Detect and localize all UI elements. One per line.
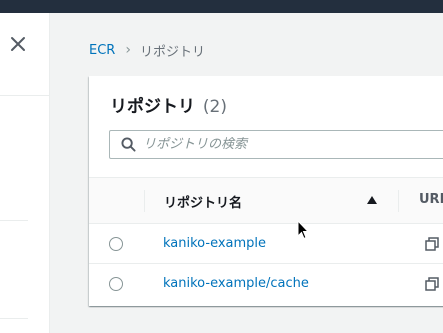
row-select-radio[interactable]	[109, 277, 123, 291]
close-navigation-button[interactable]	[9, 36, 27, 54]
table-header: リポジトリ名 URI	[89, 177, 443, 224]
breadcrumb-current: リポジトリ	[139, 44, 205, 60]
close-icon	[11, 37, 25, 51]
column-divider	[398, 190, 399, 212]
copy-icon[interactable]	[425, 237, 439, 251]
side-divider	[0, 220, 28, 221]
top-navigation-bar	[0, 0, 443, 13]
side-navigation-panel	[0, 13, 50, 333]
side-divider	[0, 95, 50, 96]
table-row[interactable]: kaniko-example/cache	[89, 264, 443, 304]
column-header-uri[interactable]: URI	[419, 192, 443, 207]
column-header-repository-name[interactable]: リポジトリ名	[164, 192, 242, 211]
page-title: リポジトリ (2)	[110, 92, 227, 117]
repository-name-link[interactable]: kaniko-example	[163, 236, 266, 251]
search-box[interactable]	[109, 130, 443, 159]
sort-ascending-icon[interactable]	[367, 196, 377, 204]
search-input[interactable]	[141, 137, 431, 152]
repository-name-link[interactable]: kaniko-example/cache	[163, 276, 309, 291]
breadcrumb-ecr-link[interactable]: ECR	[89, 43, 115, 58]
repository-count: (2)	[202, 97, 228, 117]
breadcrumb-separator-icon: ›	[125, 42, 131, 58]
repositories-panel: リポジトリ (2) リポジトリ名 URI kaniko-example kani…	[89, 76, 443, 306]
search-icon	[115, 131, 141, 158]
copy-icon[interactable]	[425, 277, 439, 291]
table-row[interactable]: kaniko-example	[89, 224, 443, 264]
column-divider	[144, 190, 145, 212]
panel-title: リポジトリ	[110, 97, 195, 117]
mouse-cursor-icon	[297, 220, 309, 240]
row-select-radio[interactable]	[109, 237, 123, 251]
side-divider	[0, 318, 28, 319]
breadcrumb: ECR › リポジトリ	[89, 41, 205, 60]
